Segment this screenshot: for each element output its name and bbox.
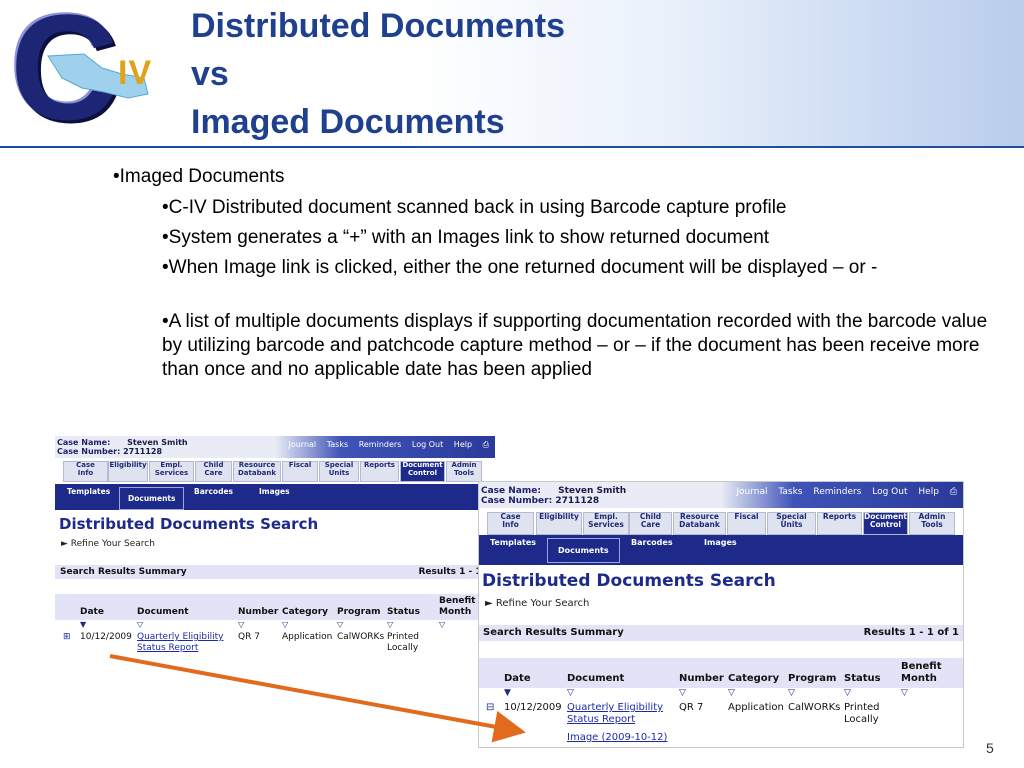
connector-arrow: [109, 654, 526, 743]
page-number: 5: [986, 740, 994, 756]
